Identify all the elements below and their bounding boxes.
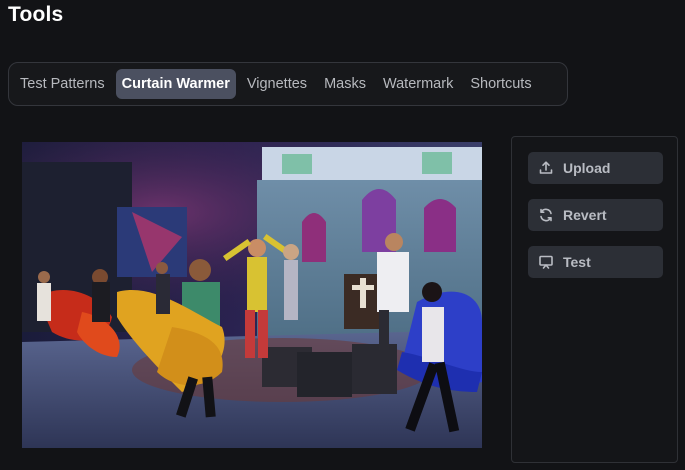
- upload-button[interactable]: Upload: [528, 152, 663, 184]
- tab-vignettes[interactable]: Vignettes: [241, 69, 313, 99]
- tools-page: Tools Test Patterns Curtain Warmer Vigne…: [0, 0, 685, 470]
- test-button-label: Test: [563, 254, 591, 270]
- tab-shortcuts[interactable]: Shortcuts: [464, 69, 537, 99]
- tools-tab-bar: Test Patterns Curtain Warmer Vignettes M…: [8, 62, 568, 106]
- upload-icon: [538, 160, 554, 176]
- cast-icon: [538, 254, 554, 270]
- page-title: Tools: [8, 3, 64, 26]
- tab-masks[interactable]: Masks: [318, 69, 372, 99]
- actions-panel: Upload Revert Test: [511, 136, 678, 463]
- refresh-icon: [538, 207, 554, 223]
- tab-watermark[interactable]: Watermark: [377, 69, 459, 99]
- tab-curtain-warmer[interactable]: Curtain Warmer: [115, 69, 236, 99]
- curtain-warmer-preview-image: [22, 142, 482, 448]
- revert-button-label: Revert: [563, 207, 607, 223]
- revert-button[interactable]: Revert: [528, 199, 663, 231]
- tab-test-patterns[interactable]: Test Patterns: [14, 69, 111, 99]
- upload-button-label: Upload: [563, 160, 611, 176]
- test-button[interactable]: Test: [528, 246, 663, 278]
